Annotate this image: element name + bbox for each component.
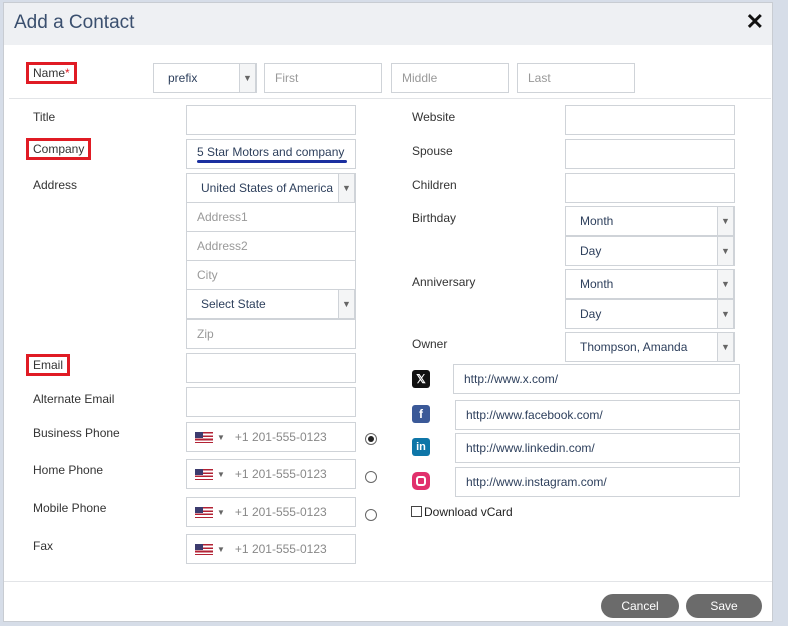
linkedin-url-input[interactable]: http://www.linkedin.com/ <box>455 433 740 463</box>
caret-down-icon: ▼ <box>217 544 225 554</box>
birthday-day-value: Day <box>580 244 602 258</box>
birthday-month-value: Month <box>580 214 614 228</box>
mobile-phone-label: Mobile Phone <box>33 501 107 515</box>
name-label-text: Name <box>33 66 66 80</box>
caret-down-icon: ▼ <box>217 469 225 479</box>
address1-input[interactable]: Address1 <box>186 202 356 232</box>
alternate-email-label: Alternate Email <box>33 392 115 406</box>
instagram-icon <box>412 472 430 490</box>
alternate-email-input[interactable] <box>186 387 356 417</box>
chevron-down-icon: ▼ <box>338 173 355 203</box>
last-name-input[interactable]: Last <box>517 63 635 93</box>
linkedin-icon: in <box>412 438 430 456</box>
anniversary-label: Anniversary <box>412 275 476 289</box>
fax-label: Fax <box>33 539 54 553</box>
children-label: Children <box>412 178 457 192</box>
owner-label: Owner <box>412 337 448 351</box>
address2-input[interactable]: Address2 <box>186 231 356 261</box>
caret-down-icon: ▼ <box>217 432 225 442</box>
download-vcard-checkbox[interactable] <box>411 506 422 517</box>
company-label: Company <box>26 138 92 160</box>
birthday-month-select[interactable]: Month ▼ <box>565 206 735 236</box>
website-label: Website <box>412 110 456 124</box>
us-flag-icon <box>195 431 213 443</box>
company-value: 5 Star Motors and company <box>197 145 345 159</box>
caret-down-icon: ▼ <box>217 507 225 517</box>
title-input[interactable] <box>186 105 356 135</box>
home-phone-placeholder: +1 201-555-0123 <box>234 467 327 481</box>
divider <box>9 98 771 99</box>
home-phone-label: Home Phone <box>33 463 104 477</box>
anniversary-day-value: Day <box>580 307 602 321</box>
chevron-down-icon: ▼ <box>717 299 734 329</box>
close-icon[interactable]: ✕ <box>746 11 764 33</box>
mobile-phone-primary-radio[interactable] <box>365 509 377 521</box>
dialog-header: Add a Contact ✕ <box>4 3 772 45</box>
save-button[interactable]: Save <box>686 594 762 618</box>
cancel-button[interactable]: Cancel <box>601 594 679 618</box>
spouse-input[interactable] <box>565 139 735 169</box>
chevron-down-icon: ▼ <box>239 63 256 93</box>
required-mark: * <box>65 66 70 80</box>
us-flag-icon <box>195 506 213 518</box>
us-flag-icon <box>195 468 213 480</box>
chevron-down-icon: ▼ <box>717 236 734 266</box>
chevron-down-icon: ▼ <box>717 206 734 236</box>
instagram-url-input[interactable]: http://www.instagram.com/ <box>455 467 740 497</box>
chevron-down-icon: ▼ <box>717 269 734 299</box>
birthday-label: Birthday <box>412 211 457 225</box>
footer-divider <box>4 581 772 582</box>
email-label: Email <box>26 354 71 376</box>
address-label: Address <box>33 178 78 192</box>
anniversary-month-select[interactable]: Month ▼ <box>565 269 735 299</box>
add-contact-dialog: Add a Contact ✕ Name* prefix ▼ First Midd… <box>3 2 773 622</box>
zip-input[interactable]: Zip <box>186 319 356 349</box>
owner-select[interactable]: Thompson, Amanda ▼ <box>565 332 735 362</box>
us-flag-icon <box>195 543 213 555</box>
email-input[interactable] <box>186 353 356 383</box>
middle-name-input[interactable]: Middle <box>391 63 509 93</box>
chevron-down-icon: ▼ <box>338 289 355 319</box>
anniversary-day-select[interactable]: Day ▼ <box>565 299 735 329</box>
city-input[interactable]: City <box>186 260 356 290</box>
mobile-phone-placeholder: +1 201-555-0123 <box>234 505 327 519</box>
fax-input[interactable]: ▼ +1 201-555-0123 <box>186 534 356 564</box>
prefix-select[interactable]: prefix ▼ <box>153 63 257 93</box>
facebook-url-input[interactable]: http://www.facebook.com/ <box>455 400 740 430</box>
company-underline <box>197 160 347 163</box>
children-input[interactable] <box>565 173 735 203</box>
fax-placeholder: +1 201-555-0123 <box>234 542 327 556</box>
mobile-phone-input[interactable]: ▼ +1 201-555-0123 <box>186 497 356 527</box>
business-phone-input[interactable]: ▼ +1 201-555-0123 <box>186 422 356 452</box>
first-name-input[interactable]: First <box>264 63 382 93</box>
country-value: United States of America <box>201 181 334 195</box>
title-label: Title <box>33 110 56 124</box>
website-input[interactable] <box>565 105 735 135</box>
x-url-input[interactable]: http://www.x.com/ <box>453 364 740 394</box>
business-phone-label: Business Phone <box>33 426 120 440</box>
country-select[interactable]: United States of America ▼ <box>186 173 356 203</box>
home-phone-primary-radio[interactable] <box>365 471 377 483</box>
spouse-label: Spouse <box>412 144 453 158</box>
company-input[interactable]: 5 Star Motors and company <box>186 139 356 169</box>
dialog-title: Add a Contact <box>14 12 135 33</box>
business-phone-primary-radio[interactable] <box>365 433 377 445</box>
download-vcard-label: Download vCard <box>424 505 513 519</box>
home-phone-input[interactable]: ▼ +1 201-555-0123 <box>186 459 356 489</box>
facebook-icon: f <box>412 405 430 423</box>
business-phone-placeholder: +1 201-555-0123 <box>234 430 327 444</box>
state-value: Select State <box>201 297 266 311</box>
prefix-value: prefix <box>168 71 198 85</box>
x-icon: 𝕏 <box>412 370 430 388</box>
birthday-day-select[interactable]: Day ▼ <box>565 236 735 266</box>
owner-value: Thompson, Amanda <box>580 340 688 354</box>
chevron-down-icon: ▼ <box>717 332 734 362</box>
state-select[interactable]: Select State ▼ <box>186 289 356 319</box>
anniversary-month-value: Month <box>580 277 614 291</box>
name-label: Name* <box>26 62 77 84</box>
